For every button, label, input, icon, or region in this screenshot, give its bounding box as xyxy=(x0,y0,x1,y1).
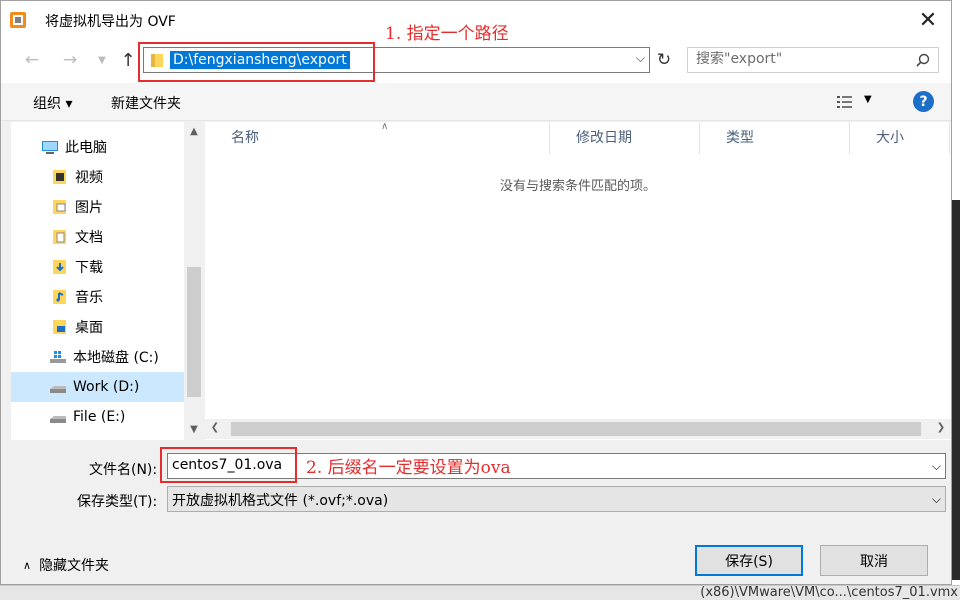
annotation-step1: 1. 指定一个路径 xyxy=(385,24,509,44)
scroll-right-icon[interactable]: ❯ xyxy=(931,422,951,433)
nav-item-label: 视频 xyxy=(75,170,103,186)
export-ovf-dialog: 将虚拟机导出为 OVF ✕ ← → ▼ ↑ D:\fengxiansheng\e… xyxy=(0,0,952,585)
filename-label: 文件名(N): xyxy=(89,462,158,478)
save-button[interactable]: 保存(S) xyxy=(695,545,803,576)
nav-item-label: 此电脑 xyxy=(65,140,107,156)
nav-item-label: Work (D:) xyxy=(73,379,140,395)
navigation-pane: 此电脑 视频 图片 文档 下载 音乐 桌面 本地磁盘 (C:) Work (D:… xyxy=(11,122,195,440)
search-icon xyxy=(916,53,930,67)
file-list-horizontal-scrollbar[interactable]: ❮ ❯ xyxy=(205,419,951,439)
nav-item-label: 音乐 xyxy=(75,290,103,306)
hide-folders-label: 隐藏文件夹 xyxy=(39,558,110,574)
scroll-down-icon[interactable]: ▼ xyxy=(184,424,204,435)
close-icon: ✕ xyxy=(918,7,938,33)
scroll-up-icon[interactable]: ▲ xyxy=(184,126,204,137)
new-folder-button[interactable]: 新建文件夹 xyxy=(111,93,181,113)
drive-icon xyxy=(50,416,66,423)
nav-item-label: 桌面 xyxy=(75,320,103,336)
nav-item-pictures[interactable]: 图片 xyxy=(11,192,185,222)
pictures-folder-icon xyxy=(53,200,66,214)
hide-folders-toggle[interactable]: ∧ 隐藏文件夹 xyxy=(23,555,109,575)
documents-folder-icon xyxy=(53,230,66,244)
nav-item-label: 图片 xyxy=(75,200,103,216)
annotation-box-filename xyxy=(160,447,297,483)
close-button[interactable]: ✕ xyxy=(905,1,951,39)
forward-arrow-icon[interactable]: → xyxy=(59,49,81,71)
empty-message: 没有与搜索条件匹配的项。 xyxy=(499,179,656,194)
scroll-left-icon[interactable]: ❮ xyxy=(205,422,225,433)
background-status-bar: (x86)\VMware\VM\co...\centos7_01.vmx xyxy=(0,585,960,600)
search-box[interactable] xyxy=(687,47,939,73)
windows-drive-icon xyxy=(50,351,66,363)
filetype-label: 保存类型(T): xyxy=(77,494,158,510)
up-arrow-icon[interactable]: ↑ xyxy=(117,49,139,71)
filename-dropdown-icon[interactable]: ⌵ xyxy=(932,459,941,474)
background-status-text: (x86)\VMware\VM\co...\centos7_01.vmx xyxy=(700,585,958,600)
nav-scroll-thumb[interactable] xyxy=(187,267,201,397)
command-bar: 组织 ▾ 新建文件夹 ▼ ? xyxy=(1,83,951,121)
organize-menu[interactable]: 组织 ▾ xyxy=(33,93,72,113)
recent-locations-chevron-icon[interactable]: ▼ xyxy=(91,49,113,71)
filetype-value: 开放虚拟机格式文件 (*.ovf;*.ova) xyxy=(172,493,389,509)
nav-item-label: 本地磁盘 (C:) xyxy=(73,350,159,366)
nav-item-label: File (E:) xyxy=(73,409,126,425)
help-icon[interactable]: ? xyxy=(913,91,934,112)
nav-item-label: 下载 xyxy=(75,260,103,276)
nav-pane-scrollbar[interactable]: ▲ ▼ xyxy=(184,122,204,440)
nav-item-music[interactable]: 音乐 xyxy=(11,282,185,312)
drive-icon xyxy=(50,386,66,393)
column-header-modified[interactable]: 修改日期 xyxy=(550,122,700,154)
cancel-button[interactable]: 取消 xyxy=(820,545,928,576)
music-folder-icon xyxy=(53,290,66,304)
chevron-up-icon: ∧ xyxy=(23,558,32,572)
nav-item-videos[interactable]: 视频 xyxy=(11,162,185,192)
nav-item-drive-e[interactable]: File (E:) xyxy=(11,402,185,432)
desktop-folder-icon xyxy=(53,320,66,334)
dialog-title: 将虚拟机导出为 OVF xyxy=(45,14,176,30)
filetype-select[interactable]: 开放虚拟机格式文件 (*.ovf;*.ova) ⌵ xyxy=(167,486,946,512)
column-header-name[interactable]: 名称 xyxy=(205,122,550,154)
nav-item-documents[interactable]: 文档 xyxy=(11,222,185,252)
nav-item-drive-c[interactable]: 本地磁盘 (C:) xyxy=(11,342,185,372)
nav-item-downloads[interactable]: 下载 xyxy=(11,252,185,282)
computer-icon xyxy=(42,141,58,154)
videos-folder-icon xyxy=(53,170,66,184)
filetype-dropdown-icon[interactable]: ⌵ xyxy=(932,492,941,507)
nav-item-drive-d[interactable]: Work (D:) xyxy=(11,372,185,402)
file-list: ∧ 名称 修改日期 类型 大小 没有与搜索条件匹配的项。 xyxy=(205,121,951,440)
annotation-box-path xyxy=(138,42,375,82)
annotation-step2: 2. 后缀名一定要设置为ova xyxy=(306,458,511,478)
view-dropdown-icon[interactable]: ▼ xyxy=(864,94,872,105)
nav-item-this-pc[interactable]: 此电脑 xyxy=(11,132,185,162)
search-input[interactable] xyxy=(696,51,896,67)
column-header-type[interactable]: 类型 xyxy=(700,122,850,154)
nav-item-label: 文档 xyxy=(75,230,103,246)
view-options-icon[interactable] xyxy=(836,94,854,110)
downloads-folder-icon xyxy=(53,260,66,274)
refresh-icon[interactable]: ↻ xyxy=(653,47,675,73)
back-arrow-icon[interactable]: ← xyxy=(21,49,43,71)
address-dropdown-chevron-icon[interactable]: ⌵ xyxy=(636,51,645,66)
nav-item-desktop[interactable]: 桌面 xyxy=(11,312,185,342)
column-header-size[interactable]: 大小 xyxy=(850,122,950,154)
horizontal-scroll-thumb[interactable] xyxy=(231,422,921,436)
vmware-app-icon xyxy=(10,12,26,28)
